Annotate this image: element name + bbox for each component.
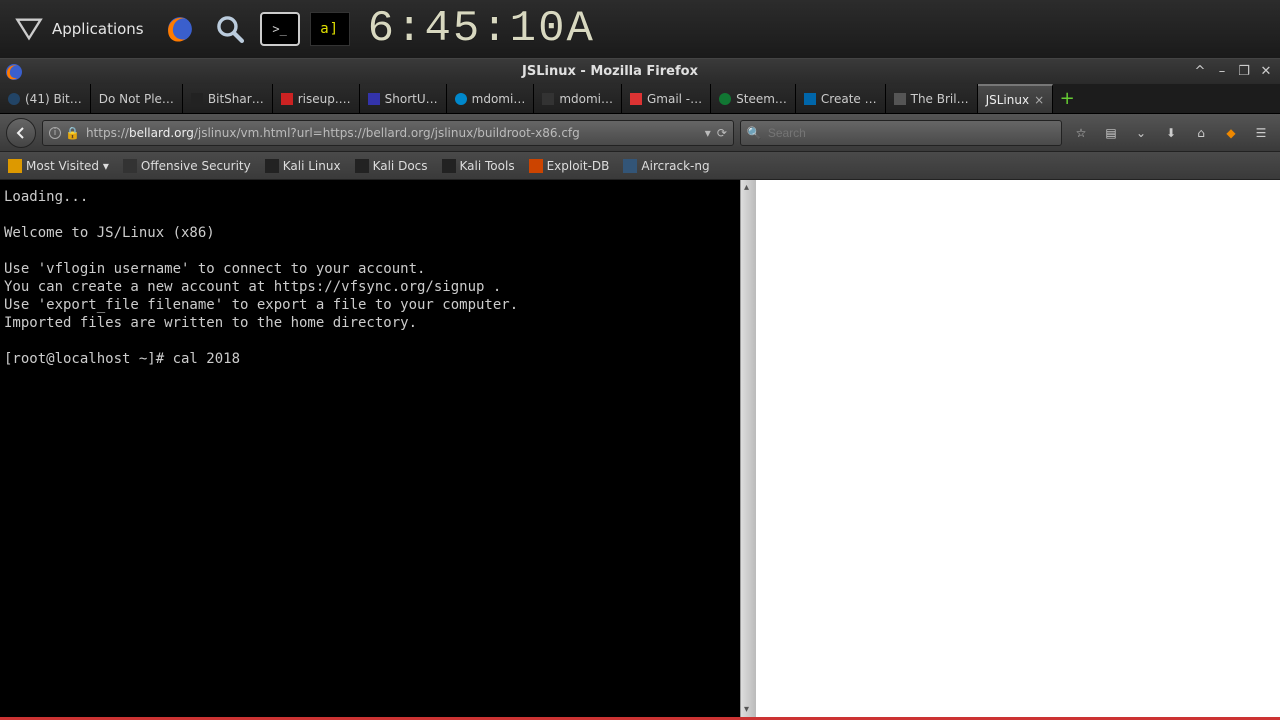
bookmark-label: Kali Docs [373,159,428,173]
tab-label: BitShar… [208,92,264,106]
firefox-launcher-icon[interactable] [160,9,200,49]
bookmark-label: Offensive Security [141,159,251,173]
navigation-toolbar: i 🔒 https://bellard.org/jslinux/vm.html?… [0,114,1280,152]
search-icon: 🔍 [747,126,762,140]
bookmark-label: Exploit-DB [547,159,610,173]
favicon-icon [804,93,816,105]
browser-tab[interactable]: (41) Bit… [0,84,91,113]
favicon-icon [123,159,137,173]
tab-close-icon[interactable]: × [1034,93,1044,107]
favicon-icon [265,159,279,173]
favicon-icon [623,159,637,173]
tab-label: Create … [821,92,877,106]
lock-icon: 🔒 [65,126,80,140]
url-bar[interactable]: i 🔒 https://bellard.org/jslinux/vm.html?… [42,120,734,146]
bookmark-label: Aircrack-ng [641,159,709,173]
tab-label: JSLinux [986,93,1030,107]
search-bar[interactable]: 🔍 [740,120,1062,146]
tab-label: The Bril… [911,92,969,106]
applications-label: Applications [52,20,144,38]
reload-icon[interactable]: ⟳ [717,126,727,140]
favicon-icon [542,93,554,105]
browser-tab[interactable]: The Bril… [886,84,978,113]
info-icon[interactable]: i [49,127,61,139]
browser-tab[interactable]: riseup.… [273,84,360,113]
favicon-icon [894,93,906,105]
page-content: Loading... Welcome to JS/Linux (x86) Use… [0,180,1280,717]
favicon-icon [191,93,203,105]
window-titlebar: JSLinux - Mozilla Firefox ^ – ❐ ✕ [0,58,1280,84]
terminal-scrollbar[interactable] [740,180,756,717]
tab-label: Do Not Ple… [99,92,174,106]
firefox-icon [4,62,24,82]
window-up-icon[interactable]: ^ [1192,64,1208,80]
browser-tab[interactable]: Do Not Ple… [91,84,183,113]
favicon-icon [8,93,20,105]
desktop-panel: Applications >_ a] 6:45:10A [0,0,1280,58]
bookmark-item[interactable]: Aircrack-ng [623,159,709,173]
reader-icon[interactable]: ▤ [1102,124,1120,142]
favicon-icon [368,93,380,105]
favicon-icon [455,93,467,105]
tab-label: mdomi… [559,92,613,106]
tab-label: ShortU… [385,92,438,106]
new-tab-button[interactable]: + [1053,84,1081,113]
window-close-icon[interactable]: ✕ [1258,64,1274,80]
url-dropdown-icon[interactable]: ▾ [705,126,711,140]
menu-icon[interactable]: ☰ [1252,124,1270,142]
url-text: https://bellard.org/jslinux/vm.html?url=… [86,126,699,140]
browser-tab[interactable]: ShortU… [360,84,447,113]
addon-icon[interactable]: ◆ [1222,124,1240,142]
bookmark-label: Kali Tools [460,159,515,173]
arrow-left-icon [14,126,28,140]
search-input[interactable] [768,126,1055,140]
favicon-icon [719,93,731,105]
favicon-icon [529,159,543,173]
back-button[interactable] [6,118,36,148]
workspace-icon[interactable]: a] [310,12,350,46]
bookmark-item[interactable]: Kali Docs [355,159,428,173]
browser-tab[interactable]: Create … [796,84,886,113]
window-minimize-icon[interactable]: – [1214,64,1230,80]
browser-tab[interactable]: Steem… [711,84,796,113]
bookmark-item[interactable]: Kali Linux [265,159,341,173]
bookmark-star-icon[interactable]: ☆ [1072,124,1090,142]
favicon-icon [355,159,369,173]
home-icon[interactable]: ⌂ [1192,124,1210,142]
firefox-window: JSLinux - Mozilla Firefox ^ – ❐ ✕ (41) B… [0,58,1280,720]
window-maximize-icon[interactable]: ❐ [1236,64,1252,80]
tab-label: Gmail -… [647,92,702,106]
browser-tab[interactable]: mdomi… [447,84,535,113]
folder-icon [8,159,22,173]
bookmark-item[interactable]: Offensive Security [123,159,251,173]
bookmark-item[interactable]: Exploit-DB [529,159,610,173]
browser-tab[interactable]: Gmail -… [622,84,711,113]
bookmark-label: Most Visited ▾ [26,159,109,173]
desktop-clock: 6:45:10A [368,4,595,54]
tab-label: (41) Bit… [25,92,82,106]
applications-menu[interactable]: Applications [8,12,150,46]
favicon-icon [442,159,456,173]
bookmarks-toolbar: Most Visited ▾ Offensive Security Kali L… [0,152,1280,180]
jslinux-terminal[interactable]: Loading... Welcome to JS/Linux (x86) Use… [0,180,740,717]
bookmark-label: Kali Linux [283,159,341,173]
downloads-icon[interactable]: ⬇ [1162,124,1180,142]
favicon-icon [630,93,642,105]
browser-tab-active[interactable]: JSLinux × [978,84,1054,113]
favicon-icon [281,93,293,105]
bookmark-most-visited[interactable]: Most Visited ▾ [8,159,109,173]
tab-label: Steem… [736,92,787,106]
tab-label: riseup.… [298,92,351,106]
bookmark-item[interactable]: Kali Tools [442,159,515,173]
terminal-launcher-icon[interactable]: >_ [260,12,300,46]
tab-strip: (41) Bit… Do Not Ple… BitShar… riseup.… … [0,84,1280,114]
tab-label: mdomi… [472,92,526,106]
browser-tab[interactable]: BitShar… [183,84,273,113]
browser-tab[interactable]: mdomi… [534,84,622,113]
search-launcher-icon[interactable] [210,9,250,49]
pocket-icon[interactable]: ⌄ [1132,124,1150,142]
applications-icon [14,14,44,44]
window-title: JSLinux - Mozilla Firefox [28,64,1192,79]
